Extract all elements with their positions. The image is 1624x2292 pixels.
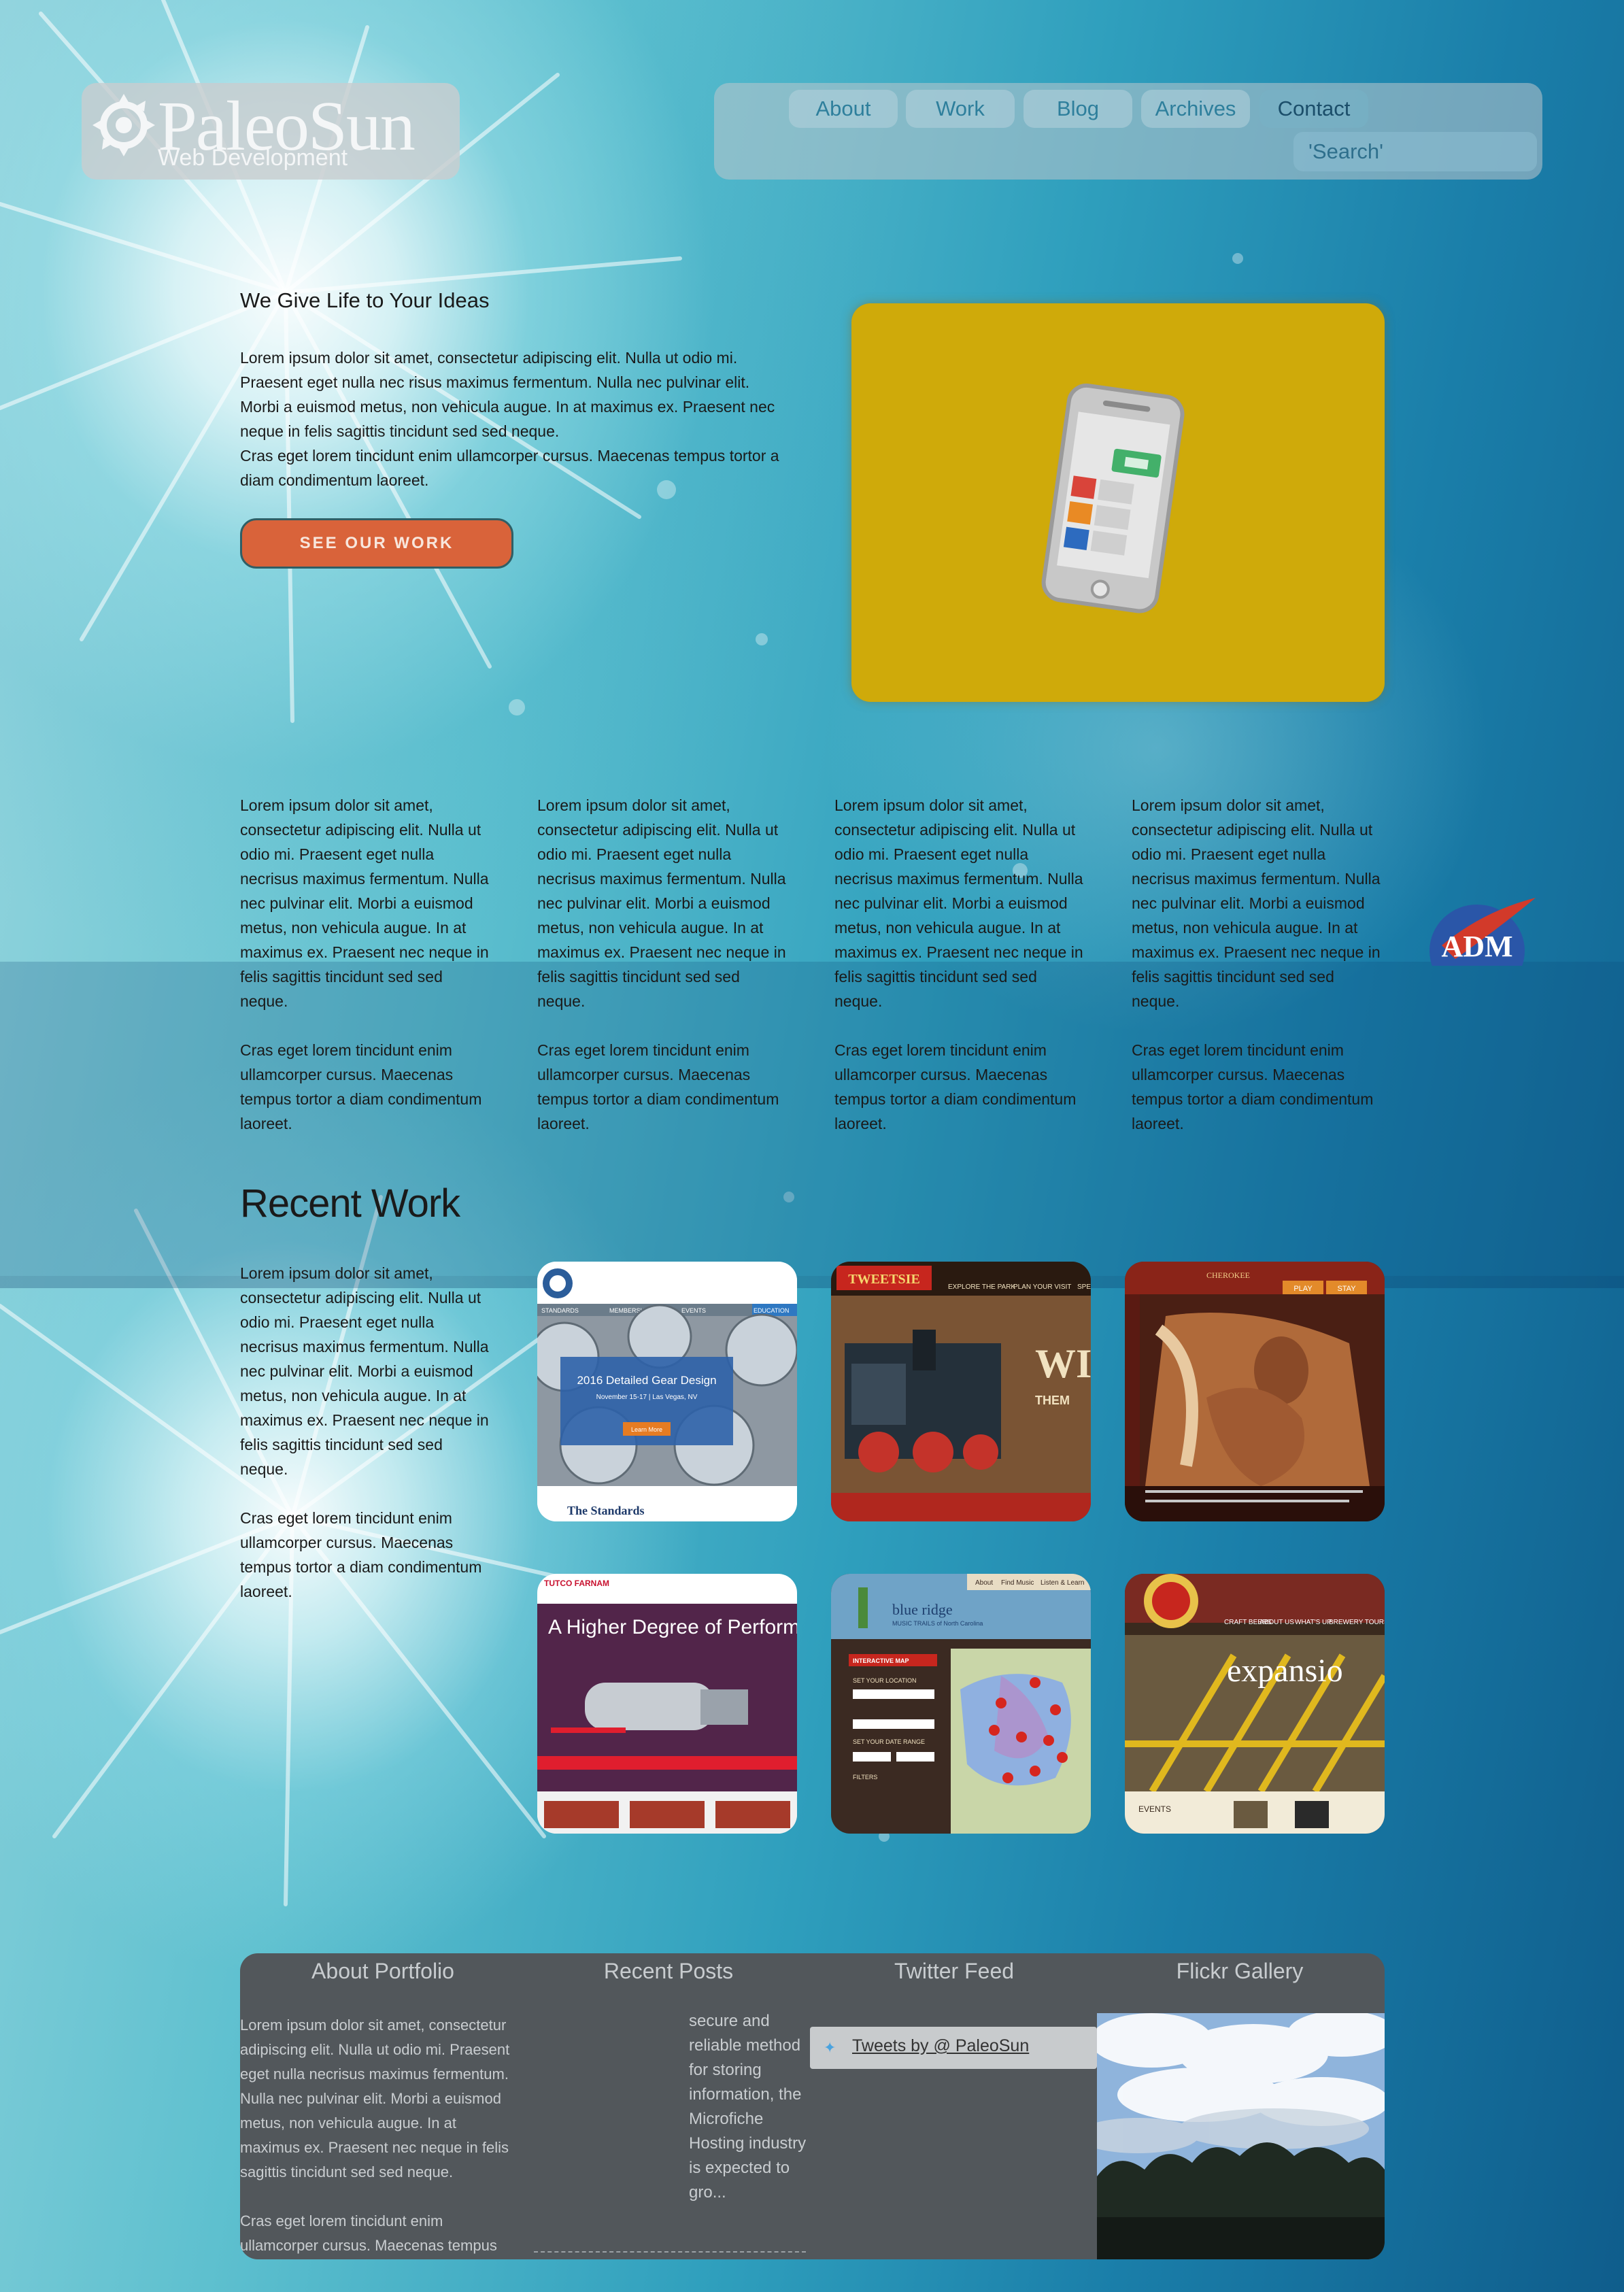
smartphone-icon — [1041, 383, 1185, 613]
blue-ridge-site-screenshot: About Find Music Listen & Learn blue rid… — [831, 1574, 1091, 1834]
cherokee-site-screenshot: CHEROKEE PLAY STAY — [1125, 1262, 1385, 1521]
gear-tab: STANDARDS — [541, 1307, 579, 1314]
portfolio-thumbnail-cherokee[interactable]: CHEROKEE PLAY STAY — [1125, 1262, 1385, 1521]
recent-work-paragraph: Lorem ipsum dolor sit amet, consectetur … — [240, 1264, 489, 1478]
footer-divider — [534, 2251, 806, 2253]
footer-heading-flickr: Flickr Gallery — [1176, 1959, 1304, 1983]
column-paragraph: Cras eget lorem tincidunt enim ullamcorp… — [1132, 1041, 1374, 1132]
adm-badge-label: ADM — [1441, 930, 1512, 963]
tweetsie-site-screenshot: TWEETSIE EXPLORE THE PARK PLAN YOUR VISI… — [831, 1262, 1091, 1521]
gear-learn-more: Learn More — [631, 1426, 662, 1433]
column-paragraph: Cras eget lorem tincidunt enim ullamcorp… — [240, 1041, 482, 1132]
cherokee-stay: STAY — [1337, 1285, 1356, 1293]
feature-column: Lorem ipsum dolor sit amet, consectetur … — [537, 793, 792, 1160]
blue-ridge-panel-label: SET YOUR DATE RANGE — [853, 1738, 925, 1745]
hero-title: We Give Life to Your Ideas — [240, 288, 490, 312]
blue-ridge-logo: blue ridge — [892, 1601, 953, 1618]
gear-heading: 2016 Detailed Gear Design — [577, 1374, 716, 1387]
portfolio-thumbnail-blue-ridge[interactable]: About Find Music Listen & Learn blue rid… — [831, 1574, 1091, 1834]
blue-ridge-panel-title: INTERACTIVE MAP — [853, 1657, 909, 1664]
footer-about-paragraph: Lorem ipsum dolor sit amet, consectetur … — [240, 2017, 510, 2180]
column-paragraph: Lorem ipsum dolor sit amet, consectetur … — [537, 796, 786, 1010]
logo-subtitle: Web Development — [158, 145, 348, 171]
tutco-logo: TUTCO FARNAM — [544, 1579, 609, 1588]
blue-ridge-tab: About — [975, 1579, 993, 1587]
blue-ridge-tab: Listen & Learn — [1041, 1579, 1085, 1587]
site-footer: About Portfolio Recent Posts Twitter Fee… — [240, 1953, 1385, 2259]
sun-logo-icon — [92, 94, 155, 156]
search-input[interactable]: 'Search' — [1293, 132, 1537, 171]
blue-ridge-sub: MUSIC TRAILS of North Carolina — [892, 1620, 983, 1627]
feature-column: Lorem ipsum dolor sit amet, consectetur … — [240, 793, 494, 1160]
tweetsie-logo: TWEETSIE — [848, 1272, 920, 1287]
gear-site-screenshot: STANDARDS MEMBERSHIP EVENTS EDUCATION 20… — [537, 1262, 797, 1521]
footer-heading-twitter: Twitter Feed — [894, 1959, 1015, 1983]
nav-blog[interactable]: Blog — [1024, 90, 1132, 128]
nav-contact[interactable]: Contact — [1259, 90, 1368, 128]
column-paragraph: Lorem ipsum dolor sit amet, consectetur … — [834, 796, 1083, 1010]
nav-work[interactable]: Work — [906, 90, 1015, 128]
gear-subheading: November 15-17 | Las Vegas, NV — [596, 1394, 698, 1401]
adm-badge-icon: ADM — [1430, 898, 1536, 966]
nav-archives[interactable]: Archives — [1141, 90, 1250, 128]
gear-footer-title: The Standards — [567, 1504, 645, 1517]
column-paragraph: Cras eget lorem tincidunt enim ullamcorp… — [537, 1041, 779, 1132]
column-paragraph: Lorem ipsum dolor sit amet, consectetur … — [1132, 796, 1381, 1010]
cherokee-logo: CHEROKEE — [1206, 1270, 1250, 1280]
tweetsie-nav: EXPLORE THE PARK — [948, 1283, 1015, 1291]
footer-about-text: Lorem ipsum dolor sit amet, consectetur … — [240, 2013, 519, 2259]
hero-paragraph: Lorem ipsum dolor sit amet, consectetur … — [240, 349, 775, 440]
feature-column: Lorem ipsum dolor sit amet, consectetur … — [1132, 793, 1386, 1160]
footer-heading-posts: Recent Posts — [603, 1959, 734, 1983]
hero-text: Lorem ipsum dolor sit amet, consectetur … — [240, 346, 791, 492]
portfolio-thumbnail-gear[interactable]: STANDARDS MEMBERSHIP EVENTS EDUCATION 20… — [537, 1262, 797, 1521]
brewery-big-text: expansio — [1227, 1653, 1343, 1689]
hero-paragraph: Cras eget lorem tincidunt enim ullamcorp… — [240, 447, 779, 489]
portfolio-thumbnail-brewery[interactable]: CRAFT BEERS ABOUT US WHAT'S UP BREWERY T… — [1125, 1574, 1385, 1834]
tweetsie-nav: PLAN YOUR VISIT — [1013, 1283, 1071, 1291]
flickr-photo[interactable] — [1097, 2013, 1385, 2259]
tweetsie-big-text: WI — [1035, 1341, 1091, 1386]
tutco-site-screenshot: TUTCO FARNAM A Higher Degree of Performa… — [537, 1574, 797, 1834]
feature-column: Lorem ipsum dolor sit amet, consectetur … — [834, 793, 1089, 1160]
recent-work-title: Recent Work — [240, 1181, 460, 1226]
blue-ridge-panel-label: SET YOUR LOCATION — [853, 1677, 917, 1684]
main-navigation: About Work Blog Archives Contact 'Search… — [714, 83, 1542, 180]
brewery-nav: ABOUT US — [1259, 1619, 1294, 1626]
cherokee-play: PLAY — [1293, 1285, 1313, 1293]
column-paragraph: Cras eget lorem tincidunt enim ullamcorp… — [834, 1041, 1077, 1132]
gear-tab: EVENTS — [681, 1307, 706, 1314]
twitter-widget: ✦ Tweets by @ PaleoSun — [810, 2027, 1097, 2069]
footer-heading-about: About Portfolio — [311, 1959, 454, 1983]
recent-work-text: Lorem ipsum dolor sit amet, consectetur … — [240, 1261, 494, 1628]
tweetsie-sub-text: THEM — [1035, 1394, 1070, 1407]
brewery-events: EVENTS — [1138, 1804, 1171, 1814]
hero-image — [851, 303, 1385, 702]
column-paragraph: Lorem ipsum dolor sit amet, consectetur … — [240, 796, 489, 1010]
twitter-bird-icon: ✦ — [824, 2039, 836, 2056]
portfolio-thumbnail-tutco[interactable]: TUTCO FARNAM A Higher Degree of Performa… — [537, 1574, 797, 1834]
brewery-site-screenshot: CRAFT BEERS ABOUT US WHAT'S UP BREWERY T… — [1125, 1574, 1385, 1834]
brewery-nav: BREWERY TOURS — [1329, 1619, 1385, 1626]
blue-ridge-tab: Find Music — [1001, 1579, 1034, 1587]
gear-tab: EDUCATION — [754, 1307, 789, 1314]
nav-about[interactable]: About — [789, 90, 898, 128]
brewery-nav: WHAT'S UP — [1295, 1619, 1332, 1626]
blue-ridge-panel-label: FILTERS — [853, 1774, 877, 1781]
recent-work-paragraph: Cras eget lorem tincidunt enim ullamcorp… — [240, 1509, 482, 1600]
twitter-feed-link[interactable]: Tweets by @ PaleoSun — [852, 2036, 1029, 2056]
tweetsie-nav: SPE — [1077, 1283, 1091, 1291]
portfolio-thumbnail-tweetsie[interactable]: TWEETSIE EXPLORE THE PARK PLAN YOUR VISI… — [831, 1262, 1091, 1521]
site-logo[interactable]: PaleoSun Web Development — [82, 83, 460, 180]
recent-post-excerpt[interactable]: secure and reliable method for storing i… — [689, 2009, 809, 2205]
tutco-headline: A Higher Degree of Performan — [548, 1616, 797, 1638]
see-our-work-button[interactable]: SEE OUR WORK — [240, 518, 513, 569]
footer-about-paragraph: Cras eget lorem tincidunt enim ullamcorp… — [240, 2212, 497, 2254]
